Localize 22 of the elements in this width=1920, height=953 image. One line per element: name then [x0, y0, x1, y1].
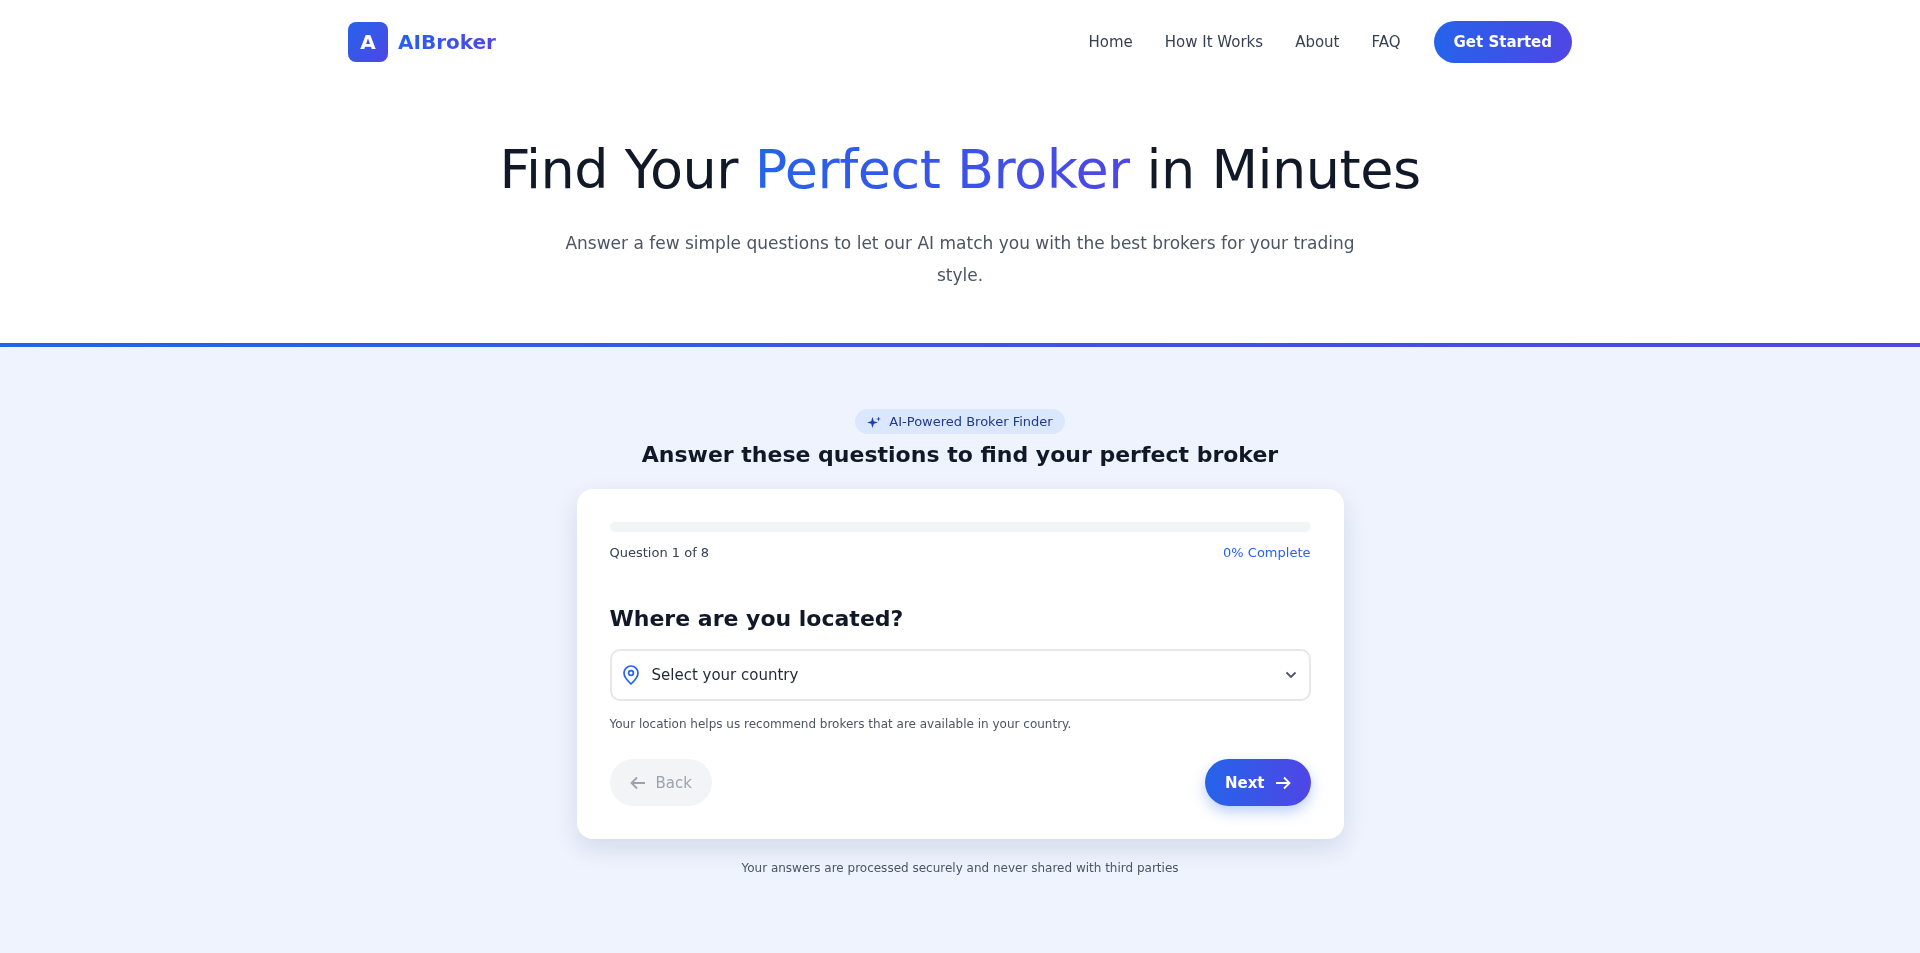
- arrow-left-icon: [629, 775, 646, 790]
- nav-link[interactable]: Home: [1088, 33, 1133, 51]
- nav-link[interactable]: How It Works: [1164, 33, 1264, 51]
- privacy-note: Your answers are processed securely and never shared with third parties: [741, 861, 1179, 875]
- nav-link[interactable]: About: [1295, 33, 1340, 51]
- progress-percent: 0% Complete: [1223, 545, 1311, 560]
- get-started-button[interactable]: Get Started: [1433, 21, 1572, 63]
- hero-title: Find Your Perfect Broker in Minutes: [498, 138, 1422, 201]
- badge-label: AI-Powered Broker Finder: [889, 414, 1053, 429]
- nav-link[interactable]: FAQ: [1371, 33, 1401, 51]
- question-title: Where are you located?: [609, 606, 905, 631]
- country-select[interactable]: Select your country: [609, 649, 1311, 701]
- arrow-right-icon: [1274, 775, 1291, 790]
- location-pin-icon: [621, 665, 640, 685]
- next-button[interactable]: Next: [1204, 759, 1311, 806]
- section-heading: Answer these questions to find your perfect broker: [641, 442, 1279, 467]
- logo-mark: A: [348, 22, 388, 62]
- hero-subtitle: Answer a few simple questions to let our AI match you with the best brokers for your trading style.: [564, 232, 1356, 287]
- sparkle-icon: [867, 414, 882, 429]
- question-counter: Question 1 of 8: [609, 545, 710, 560]
- chevron-down-icon: [1284, 671, 1297, 679]
- help-text: Your location helps us recommend brokers that are available in your country.: [609, 717, 1073, 731]
